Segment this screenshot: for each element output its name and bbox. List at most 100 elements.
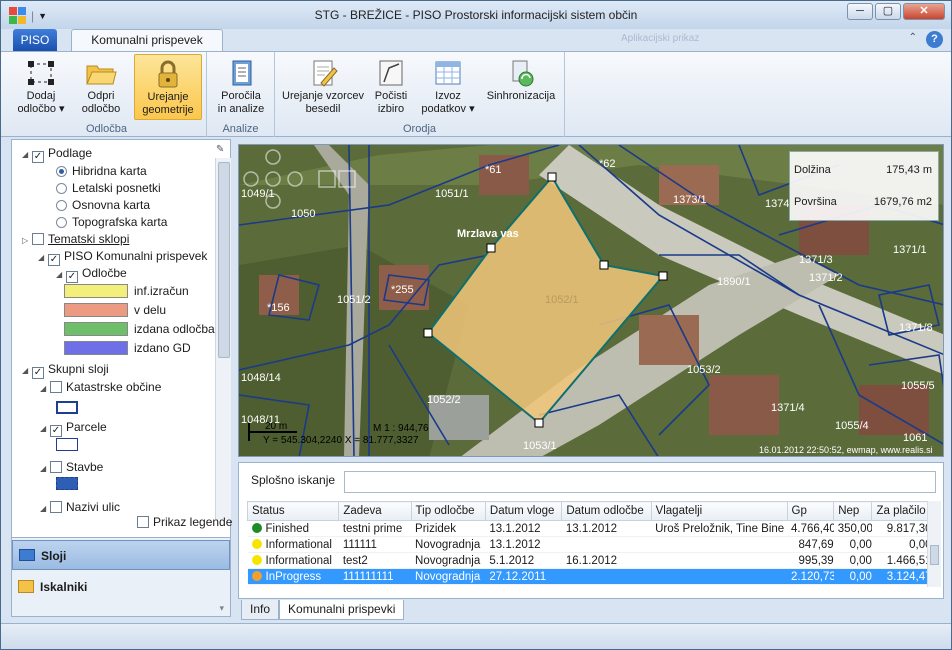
- table-cell-zadeva: testni prime: [338, 520, 412, 537]
- basemap-hibridna[interactable]: Hibridna karta: [56, 162, 147, 180]
- layers-panel: ◢ ✓ Podlage Hibridna karta Letalski posnet…: [11, 139, 231, 539]
- show-legend-row[interactable]: Prikaz legende: [137, 515, 237, 533]
- table-row[interactable]: Informational test2 Novogradnja 5.1.2012 16.…: [247, 552, 932, 569]
- open-decision-button[interactable]: Odpri odločbo: [73, 54, 129, 120]
- search-input[interactable]: [344, 471, 936, 493]
- help-icon[interactable]: ?: [926, 31, 943, 48]
- close-button[interactable]: ✕: [903, 3, 945, 20]
- tab-komunalni-prispevki[interactable]: Komunalni prispevki: [279, 600, 405, 620]
- nav-expand-icon[interactable]: ▾: [219, 603, 224, 614]
- basemap-label: Topografska karta: [72, 215, 168, 229]
- radio-letalski[interactable]: [56, 183, 67, 194]
- add-decision-label: Dodaj: [26, 90, 56, 102]
- table-cell-placilo: 3.124,47: [871, 568, 932, 585]
- stavbe-symbol: [56, 477, 78, 490]
- layer-katastrske[interactable]: ◢ Katastrske občine: [40, 378, 161, 396]
- checkbox-podlage[interactable]: ✓: [32, 151, 44, 163]
- edit-geometry-label2: geometrije: [142, 104, 194, 116]
- nav-iskalniki[interactable]: Iskalniki: [12, 572, 230, 602]
- export-data-button[interactable]: Izvoz podatkov ▾: [417, 54, 479, 120]
- parcel-label: 1049/1: [241, 188, 275, 200]
- column-header[interactable]: Status: [246, 501, 340, 521]
- edit-templates-label: Urejanje vzorcev: [282, 90, 364, 102]
- column-header[interactable]: Tip odločbe: [410, 501, 486, 521]
- radio-topografska[interactable]: [56, 217, 67, 228]
- layer-nazivi[interactable]: ◢ Nazivi ulic: [40, 498, 120, 516]
- reports-button[interactable]: Poročila in analize: [213, 54, 269, 120]
- tab-komunalni-prispevek[interactable]: Komunalni prispevek: [71, 29, 223, 52]
- layer-odlocbe[interactable]: ◢ ✓ Odločbe: [56, 264, 127, 283]
- edit-document-icon: [313, 60, 338, 87]
- layer-skupni[interactable]: ◢ ✓ Skupni sloji: [22, 360, 109, 379]
- layer-stavbe[interactable]: ◢ Stavbe: [40, 458, 103, 476]
- measure-panel: Dolžina 175,43 m Površina 1679,76 m2: [789, 151, 939, 221]
- table-row[interactable]: Informational 111111 Novogradnja 13.1.2012 8…: [247, 536, 932, 553]
- layers-scrollbar[interactable]: [215, 158, 231, 520]
- basemap-letalski[interactable]: Letalski posnetki: [56, 179, 161, 197]
- sync-button[interactable]: Sinhronizacija: [481, 54, 561, 120]
- layer-parcele[interactable]: ◢ ✓ Parcele: [40, 418, 107, 437]
- table-cell-vloge: 27.12.2011: [485, 568, 562, 585]
- edit-templates-button[interactable]: Urejanje vzorcev besedil: [279, 54, 367, 120]
- radio-osnovna[interactable]: [56, 200, 67, 211]
- parcel-label: 1048/14: [241, 372, 281, 384]
- basemap-osnovna[interactable]: Osnovna karta: [56, 196, 150, 214]
- table-cell-tip: Novogradnja: [411, 568, 486, 585]
- table-row[interactable]: InProgress 111111111 Novogradnja 27.12.2011…: [247, 568, 932, 585]
- map-coordinates: Y = 545.304,2240 X = 81.777,3327: [263, 435, 419, 446]
- table-scrollbar[interactable]: [927, 501, 941, 587]
- column-header[interactable]: Gp: [786, 501, 835, 521]
- table-cell-tip: Prizidek: [411, 520, 486, 537]
- table-cell-placilo: 9.817,30: [871, 520, 932, 537]
- title-bar: | ▼ STG - BREŽICE - PISO Prostorski info…: [1, 1, 951, 29]
- edit-geometry-button[interactable]: Urejanje geometrije: [134, 54, 202, 120]
- column-header[interactable]: Nep: [833, 501, 873, 521]
- parcel-label: 1371/3: [799, 254, 833, 266]
- table-cell-zadeva: test2: [338, 552, 412, 569]
- column-header[interactable]: Za plačilo: [871, 501, 932, 521]
- checkbox-katastrske[interactable]: [50, 381, 62, 393]
- radio-hibridna[interactable]: [56, 166, 67, 177]
- add-polygon-icon: [28, 61, 54, 85]
- pin-icon[interactable]: ✎: [216, 144, 224, 155]
- table-cell-vloge: 13.1.2012: [485, 536, 562, 553]
- map-view[interactable]: 1051/1 1050 1049/1 1373/1 1374 1371/1 13…: [238, 144, 944, 457]
- parcel-label: 1371/8: [899, 322, 933, 334]
- add-decision-button[interactable]: Dodaj odločbo ▾: [13, 54, 69, 120]
- sync-icon: [512, 60, 534, 87]
- nav-label: Iskalniki: [40, 580, 88, 594]
- table-cell-gp: 2.120,73: [787, 568, 834, 585]
- column-header[interactable]: Zadeva: [338, 501, 412, 521]
- tab-piso[interactable]: PISO: [13, 29, 57, 51]
- clear-selection-button[interactable]: Počisti izbiro: [369, 54, 413, 120]
- layer-tematski[interactable]: ▷ Tematski sklopi: [22, 230, 129, 248]
- checkbox-stavbe[interactable]: [50, 461, 62, 473]
- checkbox-parcele[interactable]: ✓: [50, 425, 62, 437]
- table-cell-zadeva: 111111111: [338, 568, 412, 585]
- table-row[interactable]: Finished testni prime Prizidek 13.1.2012 13.…: [247, 520, 932, 537]
- column-header[interactable]: Vlagatelji: [650, 501, 788, 521]
- reports-label2: in analize: [217, 103, 265, 115]
- ribbon-collapse-icon[interactable]: ⌃: [909, 32, 917, 43]
- basemap-topografska[interactable]: Topografska karta: [56, 213, 167, 231]
- basemap-label: Hibridna karta: [72, 164, 147, 178]
- checkbox-tematski[interactable]: [32, 233, 44, 245]
- ribbon-group-odlocba: Dodaj odločbo ▾ Odpri odločbo Urejanje g…: [7, 52, 207, 137]
- checkbox-nazivi[interactable]: [50, 501, 62, 513]
- ribbon-group-orodja: Urejanje vzorcev besedil Počisti izbiro …: [275, 52, 565, 137]
- checkbox-odlocbe[interactable]: ✓: [66, 271, 78, 283]
- parcel-label: 1373/1: [673, 194, 707, 206]
- maximize-button[interactable]: ▢: [875, 3, 901, 20]
- minimize-button[interactable]: ─: [847, 3, 873, 20]
- status-dot-icon: [251, 538, 262, 549]
- tab-info[interactable]: Info: [241, 600, 280, 620]
- layer-piso-kom[interactable]: ◢ ✓ PISO Komunalni prispevek: [38, 247, 207, 266]
- checkbox-prikaz-legende[interactable]: [137, 516, 149, 528]
- legend-swatch-inf: [64, 284, 128, 298]
- layer-label: Tematski sklopi: [48, 232, 130, 246]
- column-header[interactable]: Datum vloge: [484, 501, 563, 521]
- column-header[interactable]: Datum odločbe: [561, 501, 652, 521]
- layer-podlage[interactable]: ◢ ✓ Podlage: [22, 144, 92, 163]
- nav-sloji[interactable]: Sloji: [12, 540, 230, 570]
- parcel-label: 1061: [903, 432, 927, 444]
